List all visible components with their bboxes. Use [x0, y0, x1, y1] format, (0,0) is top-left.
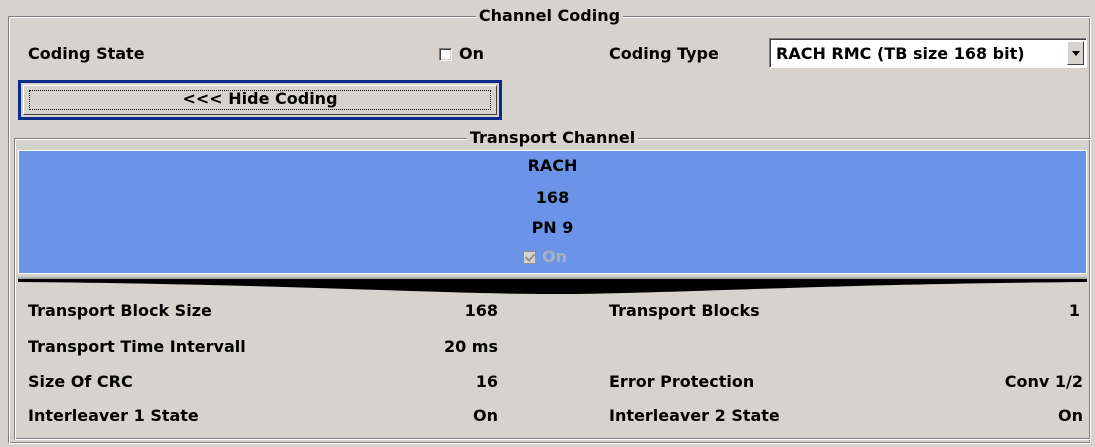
hide-coding-label: <<< Hide Coding — [182, 89, 338, 108]
transport-channel-title: Transport Channel — [466, 128, 639, 147]
hide-coding-button[interactable]: <<< Hide Coding — [23, 85, 497, 115]
channel-name: RACH — [527, 156, 578, 175]
transport-blocks-value[interactable]: 1 — [960, 301, 1080, 321]
channel-size: 168 — [535, 188, 570, 207]
tti-value[interactable]: 20 ms — [380, 337, 498, 357]
dropdown-button[interactable] — [1067, 41, 1084, 65]
chevron-down-icon — [1072, 51, 1080, 56]
list-scroll-divider — [18, 277, 1087, 294]
tti-label: Transport Time Intervall — [28, 337, 246, 356]
transport-block-size-value[interactable]: 168 — [380, 301, 498, 321]
hide-coding-button-focus: <<< Hide Coding — [18, 80, 502, 120]
channel-data: PN 9 — [531, 218, 574, 237]
coding-type-label: Coding Type — [609, 44, 719, 63]
error-protection-value[interactable]: Conv 1/2 — [960, 372, 1083, 392]
crc-value[interactable]: 16 — [380, 372, 498, 392]
coding-type-dropdown[interactable]: RACH RMC (TB size 168 bit) — [769, 38, 1087, 68]
coding-state-label: Coding State — [28, 44, 145, 63]
error-protection-label: Error Protection — [609, 372, 755, 391]
interleaver2-label: Interleaver 2 State — [609, 406, 780, 425]
crc-label: Size Of CRC — [28, 372, 133, 391]
channel-coding-title: Channel Coding — [475, 6, 624, 25]
transport-block-size-label: Transport Block Size — [28, 301, 212, 320]
coding-state-on-label: On — [459, 44, 484, 63]
interleaver2-value[interactable]: On — [960, 406, 1083, 426]
coding-state-checkbox[interactable] — [439, 48, 452, 61]
transport-channel-list-item[interactable]: RACH 168 PN 9 On — [18, 150, 1087, 274]
interleaver1-value[interactable]: On — [380, 406, 498, 426]
coding-type-value: RACH RMC (TB size 168 bit) — [776, 44, 1025, 63]
channel-state-label: On — [542, 247, 567, 266]
channel-state-checkbox[interactable] — [523, 251, 536, 264]
transport-blocks-label: Transport Blocks — [609, 301, 760, 320]
interleaver1-label: Interleaver 1 State — [28, 406, 199, 425]
